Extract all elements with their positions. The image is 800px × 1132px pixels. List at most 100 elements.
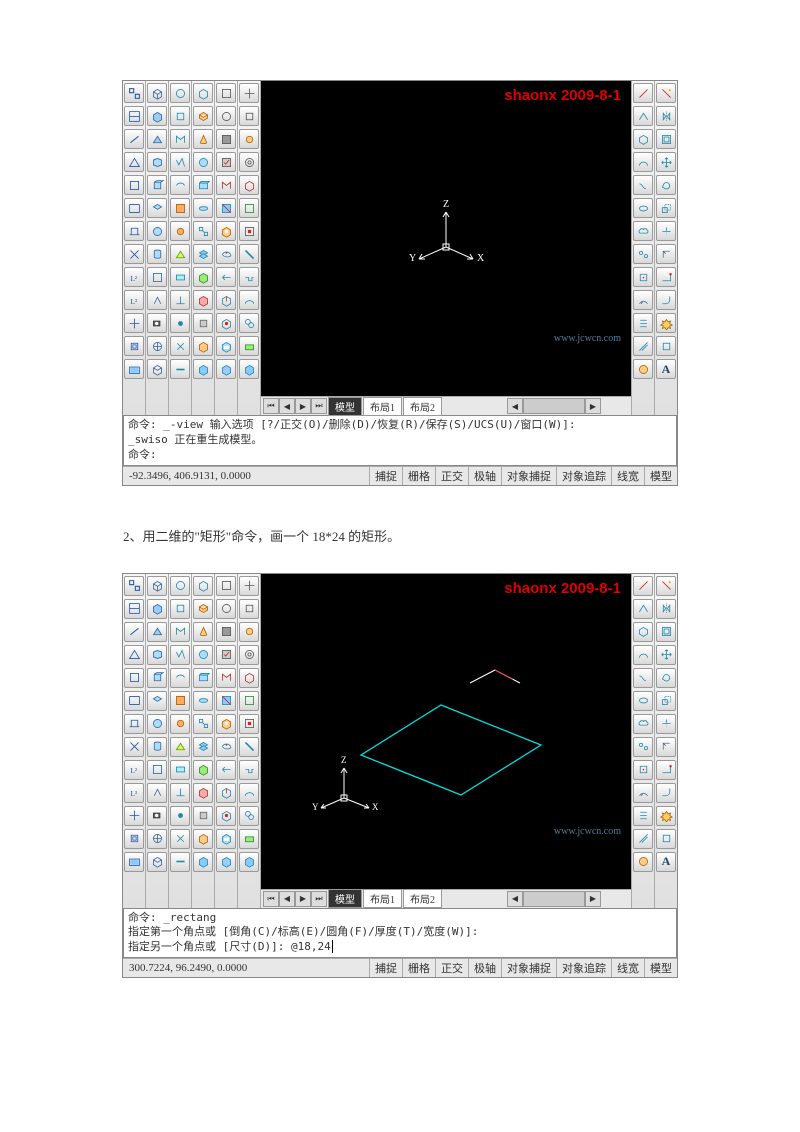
tool-icon[interactable] [170, 760, 190, 780]
box-icon[interactable] [147, 175, 167, 195]
tool-icon[interactable] [170, 244, 190, 264]
tool-icon[interactable] [170, 221, 190, 241]
status-grid[interactable]: 栅格 [402, 959, 435, 977]
tool-icon[interactable] [193, 645, 213, 665]
tool-icon[interactable] [124, 829, 144, 849]
tool-icon[interactable] [124, 83, 144, 103]
tool-icon[interactable] [170, 175, 190, 195]
box-icon[interactable] [147, 152, 167, 172]
viewport[interactable]: shaonx 2009-8-1 Z X Y www.jcwcn.com [261, 81, 631, 396]
tool-icon[interactable] [193, 152, 213, 172]
camera-icon[interactable] [147, 806, 167, 826]
tool-icon[interactable] [216, 668, 236, 688]
tool-icon[interactable] [193, 244, 213, 264]
tool-icon[interactable] [239, 645, 259, 665]
tool-icon[interactable] [193, 599, 213, 619]
tool-icon[interactable] [216, 829, 236, 849]
tool-icon[interactable] [633, 106, 653, 126]
status-osnap[interactable]: 对象捕捉 [501, 959, 556, 977]
nav-last-icon[interactable]: ⏭ [311, 398, 327, 414]
tool-icon[interactable] [193, 221, 213, 241]
cone-icon[interactable] [193, 129, 213, 149]
tool-icon[interactable] [124, 244, 144, 264]
tool-icon[interactable] [216, 152, 236, 172]
tool-icon[interactable] [633, 175, 653, 195]
tool-icon[interactable] [633, 737, 653, 757]
move-icon[interactable] [656, 645, 676, 665]
tool-icon[interactable] [124, 359, 144, 379]
tool-icon[interactable] [124, 106, 144, 126]
nav-prev-icon[interactable]: ◀ [279, 398, 295, 414]
tool-icon[interactable] [193, 576, 213, 596]
tool-icon[interactable] [216, 83, 236, 103]
tool-icon[interactable] [216, 760, 236, 780]
status-polar[interactable]: 极轴 [468, 959, 501, 977]
tab-layout2[interactable]: 布局2 [403, 889, 442, 908]
tool-icon[interactable] [216, 290, 236, 310]
tool-icon[interactable] [656, 83, 676, 103]
tool-icon[interactable] [170, 668, 190, 688]
tool-icon[interactable] [633, 267, 653, 287]
scroll-left-icon[interactable]: ◀ [507, 891, 523, 907]
tool-icon[interactable] [193, 691, 213, 711]
text-icon[interactable]: A [656, 359, 676, 379]
tool-icon[interactable]: L² [124, 267, 144, 287]
box-icon[interactable] [147, 668, 167, 688]
tool-icon[interactable] [170, 714, 190, 734]
tool-icon[interactable] [239, 129, 259, 149]
tool-icon[interactable] [193, 175, 213, 195]
status-lwt[interactable]: 线宽 [611, 959, 644, 977]
explode-icon[interactable] [656, 806, 676, 826]
status-lwt[interactable]: 线宽 [611, 467, 644, 485]
scale-icon[interactable] [656, 691, 676, 711]
tool-icon[interactable] [633, 290, 653, 310]
cylinder-icon[interactable] [147, 244, 167, 264]
camera-icon[interactable] [147, 313, 167, 333]
tool-icon[interactable] [147, 267, 167, 287]
tool-icon[interactable] [124, 198, 144, 218]
tool-icon[interactable] [239, 599, 259, 619]
tool-icon[interactable] [216, 691, 236, 711]
nav-last-icon[interactable]: ⏭ [311, 891, 327, 907]
offset-icon[interactable] [656, 622, 676, 642]
tool-icon[interactable] [239, 221, 259, 241]
tool-icon[interactable] [124, 152, 144, 172]
tool-icon[interactable] [216, 783, 236, 803]
box-icon[interactable] [147, 645, 167, 665]
status-snap[interactable]: 捕捉 [369, 959, 402, 977]
line-icon[interactable] [633, 83, 653, 103]
tool-icon[interactable] [193, 106, 213, 126]
tool-icon[interactable] [193, 336, 213, 356]
tool-icon[interactable] [170, 290, 190, 310]
scroll-left-icon[interactable]: ◀ [507, 398, 523, 414]
tool-icon[interactable] [239, 852, 259, 872]
status-otrack[interactable]: 对象追踪 [556, 467, 611, 485]
rotate-icon[interactable] [656, 668, 676, 688]
box-icon[interactable] [147, 106, 167, 126]
tool-icon[interactable] [124, 737, 144, 757]
nav-next-icon[interactable]: ▶ [295, 891, 311, 907]
tool-icon[interactable] [124, 645, 144, 665]
status-ortho[interactable]: 正交 [435, 959, 468, 977]
box-icon[interactable] [147, 83, 167, 103]
tool-icon[interactable] [124, 599, 144, 619]
mirror-icon[interactable] [656, 106, 676, 126]
tool-icon[interactable] [124, 221, 144, 241]
tool-icon[interactable]: L³ [124, 290, 144, 310]
ellipse-icon[interactable] [633, 691, 653, 711]
tool-icon[interactable] [633, 359, 653, 379]
tool-icon[interactable] [633, 336, 653, 356]
tool-icon[interactable] [656, 244, 676, 264]
tool-icon[interactable] [193, 668, 213, 688]
tool-icon[interactable] [124, 852, 144, 872]
viewport[interactable]: shaonx 2009-8-1 [261, 574, 631, 889]
status-polar[interactable]: 极轴 [468, 467, 501, 485]
tool-icon[interactable] [170, 599, 190, 619]
tool-icon[interactable] [193, 829, 213, 849]
tool-icon[interactable] [216, 336, 236, 356]
tool-icon[interactable] [656, 576, 676, 596]
tool-icon[interactable]: L³ [124, 783, 144, 803]
box-icon[interactable] [147, 691, 167, 711]
tool-icon[interactable] [170, 83, 190, 103]
nav-first-icon[interactable]: ⏮ [263, 398, 279, 414]
